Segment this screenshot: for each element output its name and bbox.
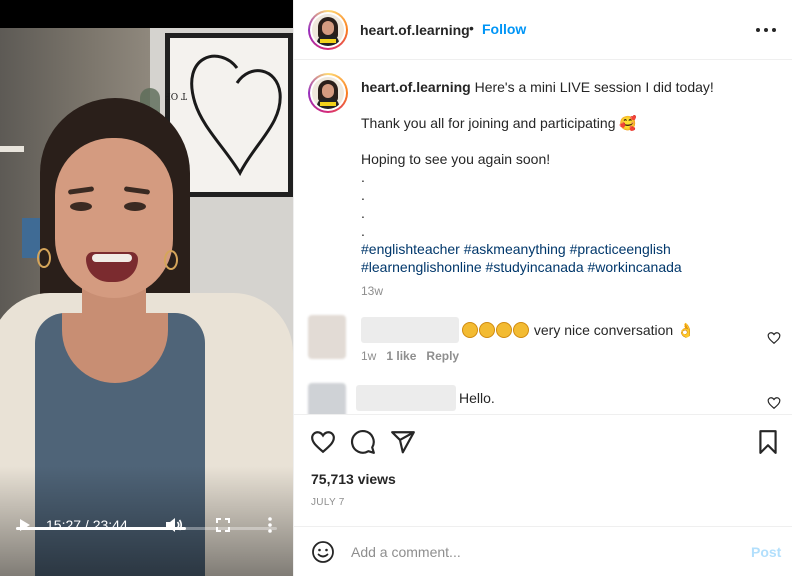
video-controls: 15:27 / 23:44	[0, 512, 293, 538]
caption-username[interactable]: heart.of.learning	[361, 79, 471, 95]
follow-button[interactable]: Follow	[482, 21, 526, 37]
video-person-eye	[124, 202, 146, 211]
more-dot-icon	[764, 28, 768, 32]
commenter-username-redacted[interactable]	[361, 317, 459, 343]
caption-avatar[interactable]	[308, 73, 348, 113]
caption-line-1: Here's a mini LIVE session I did today!	[474, 79, 714, 95]
caption-age[interactable]: 13w	[361, 284, 383, 298]
header-separator: •	[469, 20, 474, 36]
video-person-earring	[37, 248, 51, 268]
post-caption: heart.of.learning Here's a mini LIVE ses…	[361, 78, 781, 276]
caption-line-3: Hoping to see you again soon!	[361, 151, 551, 167]
comment-input[interactable]	[351, 541, 731, 563]
view-count[interactable]: 75,713 views	[311, 471, 396, 487]
commenter-avatar[interactable]	[308, 315, 346, 359]
author-username[interactable]: heart.of.learning	[360, 22, 470, 38]
video-time: 15:27 / 23:44	[46, 517, 128, 533]
hashtags-line-1[interactable]: #englishteacher #askmeanything #practice…	[361, 240, 781, 258]
caption-line-2: Thank you all for joining and participat…	[361, 115, 637, 131]
comment-composer: Post	[294, 526, 792, 576]
comment-age[interactable]: 1w	[361, 349, 376, 363]
comment-meta: 1w 1 like Reply	[361, 349, 459, 363]
post-sidebar: heart.of.learning • Follow heart.of.lear…	[293, 0, 792, 576]
instagram-post-view: T OF LEARNING 15:27 / 23:44	[0, 0, 792, 576]
commenter-username-redacted[interactable]	[356, 385, 456, 411]
post-actions: 75,713 views JULY 7	[294, 414, 792, 526]
more-dot-icon	[772, 28, 776, 32]
video-person-teeth	[92, 254, 132, 262]
caption-dot: .	[361, 187, 365, 203]
video-progress-fill	[16, 527, 186, 530]
fullscreen-button[interactable]	[212, 512, 234, 538]
caption-dot: .	[361, 223, 365, 239]
clapping-hands-icon	[462, 322, 530, 338]
poster-text: T OF LEARNING	[165, 90, 187, 100]
video-options-button[interactable]	[260, 512, 280, 538]
comment-like-heart-icon[interactable]	[767, 396, 781, 410]
more-options-button[interactable]	[756, 22, 776, 38]
caption-dot: .	[361, 205, 365, 221]
comment-like-heart-icon[interactable]	[767, 331, 781, 345]
hashtags-line-2[interactable]: #learnenglishonline #studyincanada #work…	[361, 258, 781, 276]
video-person-eye	[70, 202, 92, 211]
comment-item: Hello.	[294, 379, 792, 414]
post-date[interactable]: JULY 7	[311, 497, 345, 508]
post-comment-button[interactable]: Post	[751, 544, 781, 560]
post-header: heart.of.learning • Follow	[294, 0, 792, 60]
author-avatar[interactable]	[308, 10, 348, 50]
video-person-earring	[164, 250, 178, 270]
comment-item: very nice conversation 👌 1w 1 like Reply	[294, 311, 792, 371]
comment-reply-button[interactable]: Reply	[426, 349, 459, 363]
caption-dot: .	[361, 169, 365, 185]
like-heart-icon[interactable]	[310, 429, 336, 455]
save-bookmark-icon[interactable]	[755, 429, 781, 455]
emoji-smiley-icon[interactable]	[311, 540, 335, 564]
vertical-dots-icon	[268, 517, 272, 533]
comment-text: Hello.	[459, 390, 495, 406]
volume-icon	[166, 518, 183, 532]
video-progress-bar[interactable]	[16, 527, 277, 530]
video-player[interactable]: T OF LEARNING 15:27 / 23:44	[0, 0, 293, 576]
more-dot-icon	[756, 28, 760, 32]
video-shelf	[0, 146, 24, 152]
commenter-avatar[interactable]	[308, 383, 346, 414]
comment-text: very nice conversation 👌	[462, 320, 695, 340]
comment-bubble-icon[interactable]	[350, 429, 376, 455]
share-paper-plane-icon[interactable]	[390, 429, 416, 455]
comments-scroll-area[interactable]: heart.of.learning Here's a mini LIVE ses…	[294, 61, 792, 414]
play-button[interactable]	[14, 512, 36, 538]
volume-button[interactable]	[162, 512, 186, 538]
comment-likes[interactable]: 1 like	[386, 349, 416, 363]
